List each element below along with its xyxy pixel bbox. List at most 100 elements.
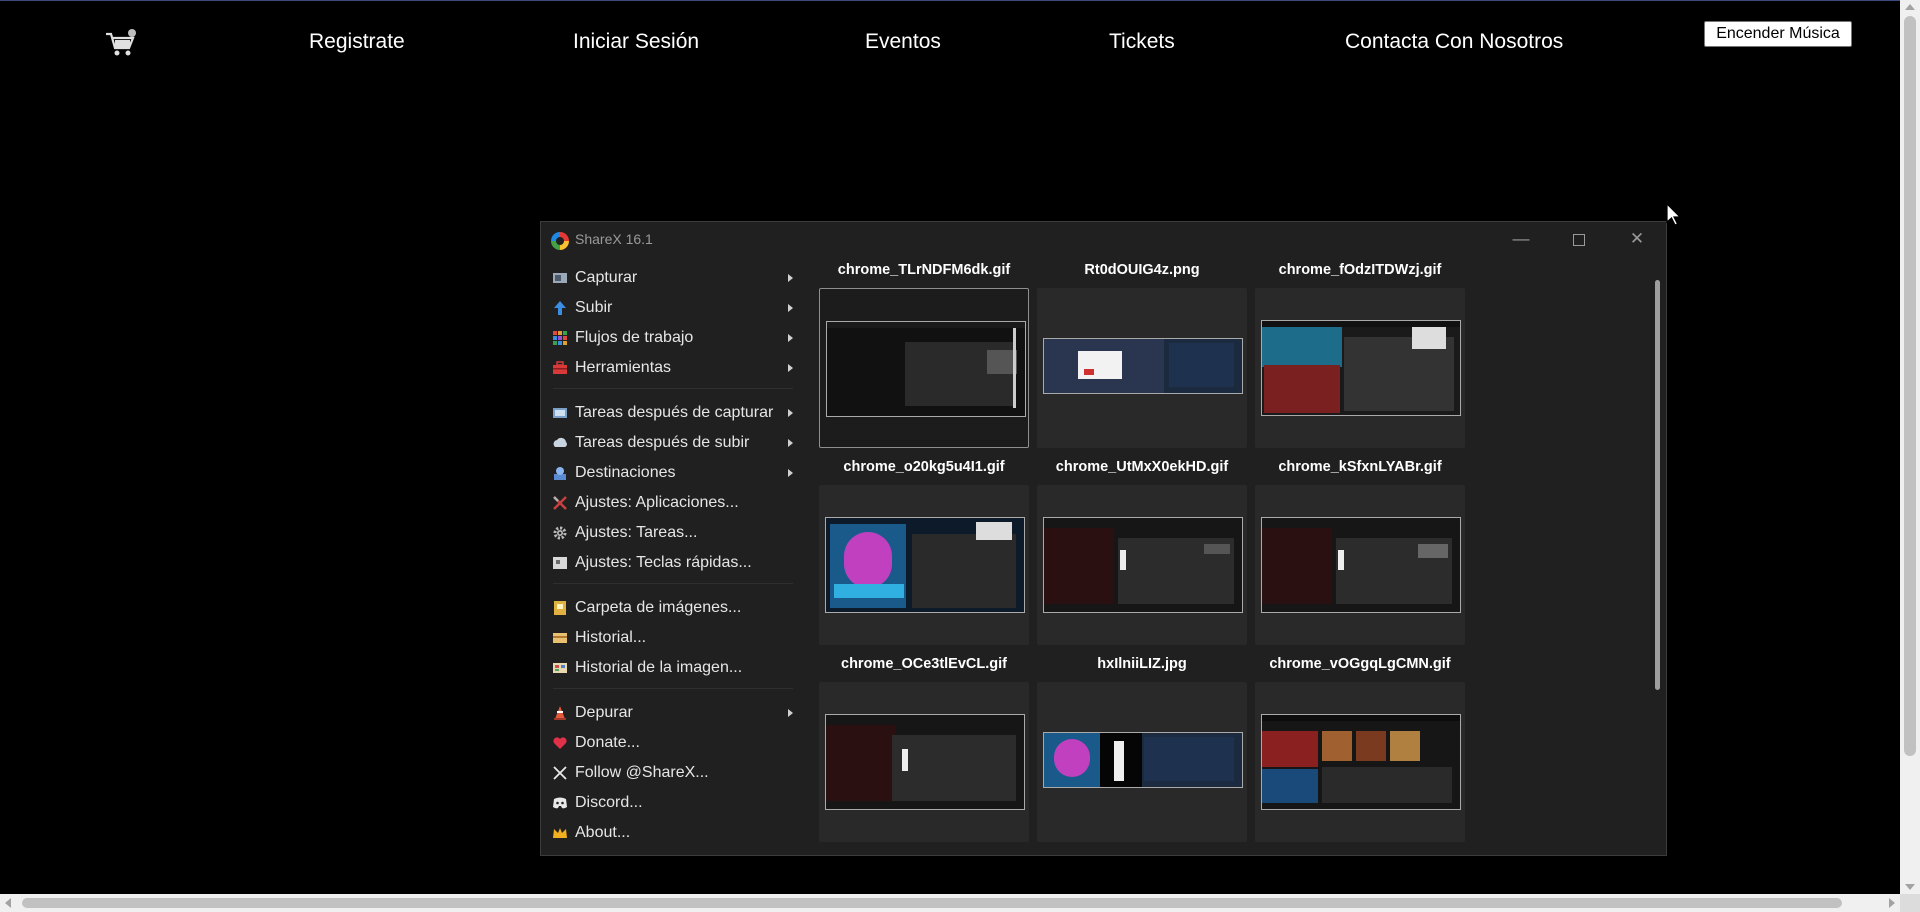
- thumbnail-filename: chrome_o20kg5u4I1.gif: [843, 459, 1005, 475]
- nav-contacta[interactable]: Contacta Con Nosotros: [1345, 29, 1563, 55]
- thumbnail-tile[interactable]: hxIlniiLIZ.jpg: [1037, 652, 1247, 848]
- menu-item-destinaciones[interactable]: Destinaciones: [541, 459, 803, 487]
- thumbnail-filename: chrome_kSfxnLYABr.gif: [1278, 459, 1442, 475]
- thumbnail-frame: [1037, 682, 1247, 842]
- window-title: ShareX 16.1: [575, 231, 653, 247]
- menu-item-herramientas[interactable]: Herramientas: [541, 354, 803, 382]
- thumbnail-tile[interactable]: chrome_OCe3tlEvCL.gif: [819, 652, 1029, 848]
- menu-item-label: Discord...: [575, 794, 643, 811]
- thumbnail-tile[interactable]: chrome_kSfxnLYABr.gif: [1255, 455, 1465, 651]
- x-logo-icon: [553, 766, 567, 780]
- menu-item-label: Follow @ShareX...: [575, 764, 709, 781]
- submenu-arrow-icon: [788, 364, 793, 372]
- menu-item-ajustes-aplicaciones[interactable]: Ajustes: Aplicaciones...: [541, 489, 803, 517]
- thumbnail-frame: [819, 682, 1029, 842]
- menu-item-label: Ajustes: Teclas rápidas...: [575, 554, 752, 571]
- thumbnail-filename: chrome_fOdzITDWzj.gif: [1278, 262, 1442, 278]
- menu-item-discord[interactable]: Discord...: [541, 789, 803, 817]
- thumbnail-image: [826, 321, 1026, 417]
- heart-icon: [553, 737, 567, 749]
- image-history-icon: [553, 663, 567, 673]
- menu-item-follow[interactable]: Follow @ShareX...: [541, 759, 803, 787]
- history-icon: [553, 633, 567, 643]
- menu-item-historial[interactable]: Historial...: [541, 624, 803, 652]
- nav-tickets[interactable]: Tickets: [1109, 29, 1175, 55]
- thumbnail-image: [1261, 517, 1461, 613]
- menu-item-label: Carpeta de imágenes...: [575, 599, 742, 616]
- menu-item-label: Tareas después de subir: [575, 434, 750, 451]
- workflows-grid-icon: [553, 331, 567, 345]
- menu-item-about[interactable]: About...: [541, 819, 803, 847]
- thumbnail-frame: [1255, 288, 1465, 448]
- sharex-logo-icon: [551, 232, 569, 250]
- thumbnail-filename: chrome_OCe3tlEvCL.gif: [841, 656, 1007, 672]
- thumbnail-frame: [819, 288, 1029, 448]
- close-button[interactable]: ✕: [1609, 222, 1665, 258]
- submenu-arrow-icon: [788, 709, 793, 717]
- folder-icon: [554, 601, 566, 615]
- cart-icon[interactable]: [104, 28, 138, 62]
- page-vertical-scrollbar-thumb[interactable]: [1904, 16, 1916, 756]
- menu-item-donate[interactable]: Donate...: [541, 729, 803, 757]
- submenu-arrow-icon: [788, 334, 793, 342]
- menu-item-subir[interactable]: Subir: [541, 294, 803, 322]
- menu-item-carpeta[interactable]: Carpeta de imágenes...: [541, 594, 803, 622]
- submenu-arrow-icon: [788, 439, 793, 447]
- scroll-down-arrow-icon[interactable]: [1905, 884, 1915, 890]
- upload-arrow-icon: [554, 301, 566, 315]
- submenu-arrow-icon: [788, 304, 793, 312]
- menu-item-capturar[interactable]: Capturar: [541, 264, 803, 292]
- thumbnail-frame: [1255, 485, 1465, 645]
- minimize-button[interactable]: —: [1493, 222, 1549, 258]
- scroll-left-arrow-icon[interactable]: [5, 898, 11, 908]
- destinations-icon: [554, 467, 566, 480]
- page-horizontal-scrollbar[interactable]: [0, 894, 1900, 912]
- thumbnail-image: [1043, 732, 1243, 788]
- menu-separator: [553, 583, 793, 584]
- submenu-arrow-icon: [788, 469, 793, 477]
- submenu-arrow-icon: [788, 274, 793, 282]
- menu-item-label: Ajustes: Tareas...: [575, 524, 698, 541]
- menu-item-ajustes-tareas[interactable]: Ajustes: Tareas...: [541, 519, 803, 547]
- thumbnail-image: [1261, 714, 1461, 810]
- menu-item-tareas-capturar[interactable]: Tareas después de capturar: [541, 399, 803, 427]
- thumbnail-tile[interactable]: Rt0dOUIG4z.png: [1037, 258, 1247, 454]
- menu-item-ajustes-teclas[interactable]: Ajustes: Teclas rápidas...: [541, 549, 803, 577]
- maximize-icon: [1573, 233, 1585, 246]
- nav-registrate[interactable]: Registrate: [309, 29, 405, 55]
- nav-eventos[interactable]: Eventos: [865, 29, 941, 55]
- gear-icon: [553, 526, 567, 540]
- menu-item-depurar[interactable]: Depurar: [541, 699, 803, 727]
- toggle-music-button[interactable]: Encender Música: [1704, 21, 1852, 47]
- sharex-scrollbar-thumb[interactable]: [1655, 280, 1660, 690]
- page-vertical-scrollbar[interactable]: [1900, 0, 1920, 894]
- hotkeys-icon: [553, 557, 567, 569]
- menu-item-historial-imagen[interactable]: Historial de la imagen...: [541, 654, 803, 682]
- thumbnail-tile[interactable]: chrome_fOdzITDWzj.gif: [1255, 258, 1465, 454]
- menu-item-tareas-subir[interactable]: Tareas después de subir: [541, 429, 803, 457]
- menu-item-label: Subir: [575, 299, 613, 316]
- sharex-scrollbar[interactable]: [1652, 258, 1666, 855]
- scroll-right-arrow-icon[interactable]: [1889, 898, 1895, 908]
- thumbnail-tile[interactable]: chrome_UtMxX0ekHD.gif: [1037, 455, 1247, 651]
- maximize-button[interactable]: [1551, 222, 1607, 258]
- thumbnail-frame: [1037, 288, 1247, 448]
- menu-item-label: Herramientas: [575, 359, 672, 376]
- thumbnail-tile[interactable]: chrome_o20kg5u4I1.gif: [819, 455, 1029, 651]
- toolbox-icon: [553, 361, 567, 374]
- thumbnail-tile[interactable]: chrome_vOGgqLgCMN.gif: [1255, 652, 1465, 848]
- sharex-titlebar[interactable]: ShareX 16.1 — ✕: [541, 222, 1666, 258]
- scroll-up-arrow-icon[interactable]: [1905, 4, 1915, 10]
- discord-icon: [553, 797, 567, 809]
- menu-item-label: About...: [575, 824, 631, 841]
- thumbnail-filename: hxIlniiLIZ.jpg: [1097, 656, 1187, 672]
- thumbnail-frame: [1255, 682, 1465, 842]
- thumbnail-filename: Rt0dOUIG4z.png: [1084, 262, 1200, 278]
- thumbnail-image: [825, 714, 1025, 810]
- nav-iniciar-sesion[interactable]: Iniciar Sesión: [573, 29, 699, 55]
- menu-item-flujos[interactable]: Flujos de trabajo: [541, 324, 803, 352]
- sharex-window: ShareX 16.1 — ✕ Capturar Subir Flujos de…: [540, 221, 1667, 856]
- thumbnail-frame: [1037, 485, 1247, 645]
- thumbnail-tile[interactable]: chrome_TLrNDFM6dk.gif: [819, 258, 1029, 454]
- page-horizontal-scrollbar-thumb[interactable]: [22, 898, 1842, 908]
